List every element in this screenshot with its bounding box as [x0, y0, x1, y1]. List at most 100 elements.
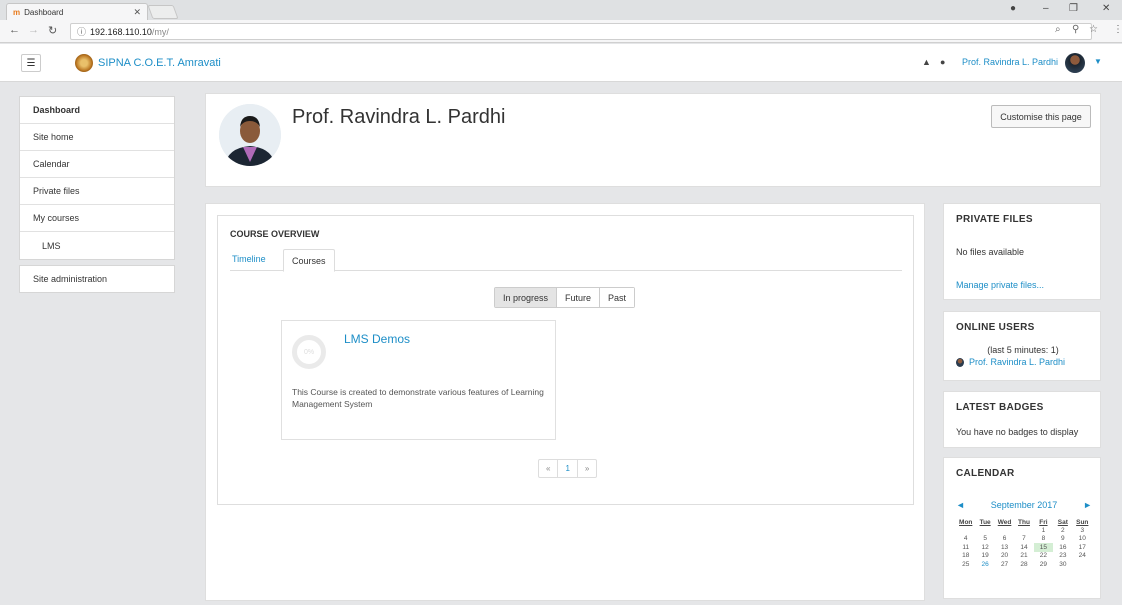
calendar-day[interactable]: 7 [1014, 535, 1033, 544]
calendar-day[interactable]: 19 [975, 552, 994, 561]
calendar-day[interactable]: 17 [1073, 543, 1092, 552]
filter-past-button[interactable]: Past [600, 288, 635, 307]
zoom-icon[interactable]: ⌕ [1055, 24, 1061, 35]
filter-future-button[interactable]: Future [557, 288, 601, 307]
calendar-day[interactable]: 13 [995, 543, 1014, 552]
calendar-day [995, 526, 1014, 535]
calendar-grid: Mon Tue Wed Thu Fri Sat Sun 1 2 3 4 5 6 7 8 9 10 11 12 13 1… [956, 519, 1092, 569]
calendar-day[interactable]: 14 [1014, 543, 1033, 552]
calendar-day[interactable]: 29 [1034, 560, 1053, 569]
calendar-day[interactable]: 22 [1034, 552, 1053, 561]
site-logo[interactable] [75, 54, 93, 72]
menu-kebab-icon[interactable]: ⋮ [1113, 24, 1122, 35]
restore-icon[interactable]: ❐ [1069, 3, 1078, 14]
close-window-icon[interactable]: ✕ [1102, 3, 1110, 14]
calendar-day[interactable]: 1 [1034, 526, 1053, 535]
nav-item-calendar[interactable]: Calendar [20, 151, 174, 178]
calendar-day[interactable]: 28 [1014, 560, 1033, 569]
browser-tab-strip: m Dashboard ✕ ● – ❐ ✕ [0, 0, 1122, 20]
calendar-day[interactable]: 8 [1034, 535, 1053, 544]
calendar-day[interactable]: 26 [975, 560, 994, 569]
calendar-day[interactable]: 30 [1053, 560, 1072, 569]
calendar-day[interactable]: 23 [1053, 552, 1072, 561]
profile-avatar[interactable] [219, 104, 281, 166]
manage-private-files-link[interactable]: Manage private files... [956, 280, 1044, 290]
calendar-day [975, 526, 994, 535]
calendar-day[interactable]: 5 [975, 535, 994, 544]
filter-in-progress-button[interactable]: In progress [495, 288, 558, 307]
calendar-day[interactable]: 3 [1073, 526, 1092, 535]
pagination: « 1 » [538, 459, 598, 478]
site-name-link[interactable]: SIPNA C.O.E.T. Amravati [98, 57, 221, 69]
online-users-summary: (last 5 minutes: 1) [987, 345, 1059, 355]
calendar-day[interactable]: 10 [1073, 535, 1092, 544]
notifications-bell-icon[interactable]: ▲ [922, 57, 931, 67]
calendar-day[interactable]: 25 [956, 560, 975, 569]
profile-icon[interactable]: ● [1010, 3, 1016, 14]
url-input[interactable]: ⓘ 192.168.110.10/my/ [70, 23, 1092, 40]
calendar-day[interactable]: 9 [1053, 535, 1072, 544]
tab-timeline[interactable]: Timeline [232, 254, 266, 264]
calendar-day[interactable]: 2 [1053, 526, 1072, 535]
calendar-day[interactable]: 12 [975, 543, 994, 552]
calendar-day-header: Fri [1039, 519, 1048, 526]
no-badges-text: You have no badges to display [956, 427, 1079, 437]
reload-icon[interactable]: ↻ [48, 24, 57, 37]
calendar-day-header: Thu [1018, 519, 1030, 526]
nav-item-private-files[interactable]: Private files [20, 178, 174, 205]
nav-item-my-courses[interactable]: My courses [20, 205, 174, 232]
nav-item-lms[interactable]: LMS [20, 232, 174, 259]
calendar-day-header: Mon [959, 519, 973, 526]
course-card: 0% LMS Demos This Course is created to d… [281, 320, 556, 440]
minimize-icon[interactable]: – [1043, 3, 1049, 14]
calendar-next-icon[interactable]: ► [1083, 500, 1092, 510]
calendar-day[interactable]: 11 [956, 543, 975, 552]
tab-courses[interactable]: Courses [283, 249, 335, 272]
nav-item-site-administration[interactable]: Site administration [19, 265, 175, 293]
calendar-day[interactable]: 6 [995, 535, 1014, 544]
calendar-day [956, 526, 975, 535]
calendar-day[interactable]: 16 [1053, 543, 1072, 552]
calendar-day[interactable]: 21 [1014, 552, 1033, 561]
calendar-day[interactable]: 24 [1073, 552, 1092, 561]
site-navbar: ☰ SIPNA C.O.E.T. Amravati ▲ ● Prof. Ravi… [0, 44, 1122, 82]
calendar-day[interactable]: 15 [1033, 543, 1054, 552]
pagination-page-button[interactable]: 1 [558, 460, 578, 477]
customise-page-button[interactable]: Customise this page [991, 105, 1091, 128]
calendar-day[interactable]: 27 [995, 560, 1014, 569]
page-title: Prof. Ravindra L. Pardhi [292, 106, 506, 128]
online-user-link[interactable]: Prof. Ravindra L. Pardhi [969, 357, 1065, 367]
calendar-day[interactable]: 4 [956, 535, 975, 544]
overview-tabs: Timeline Courses [230, 249, 902, 272]
calendar-header: ◄ September 2017 ► [956, 500, 1092, 510]
course-progress-ring: 0% [292, 335, 326, 369]
back-icon[interactable]: ← [9, 24, 20, 36]
calendar-month-link[interactable]: September 2017 [991, 500, 1058, 510]
url-path: /my/ [151, 26, 169, 37]
user-avatar[interactable] [1065, 53, 1085, 73]
course-filter-group: In progress Future Past [494, 287, 636, 308]
drawer-toggle-button[interactable]: ☰ [21, 54, 41, 72]
pagination-prev-button[interactable]: « [539, 460, 559, 477]
forward-icon[interactable]: → [28, 24, 39, 36]
calendar-title: CALENDAR [956, 468, 1015, 479]
course-overview-title: COURSE OVERVIEW [230, 229, 320, 239]
pagination-next-button[interactable]: » [578, 460, 596, 477]
course-overview-block: COURSE OVERVIEW Timeline Courses In prog… [217, 215, 914, 505]
new-tab-button[interactable] [147, 5, 179, 19]
browser-tab[interactable]: m Dashboard ✕ [6, 3, 148, 20]
info-icon[interactable]: ⓘ [77, 25, 86, 38]
messages-icon[interactable]: ● [940, 57, 945, 67]
calendar-day[interactable]: 18 [956, 552, 975, 561]
chevron-down-icon[interactable]: ▼ [1094, 57, 1102, 66]
extension-icon[interactable]: ⚲ [1072, 24, 1079, 35]
course-title-link[interactable]: LMS Demos [344, 332, 410, 346]
nav-item-dashboard[interactable]: Dashboard [20, 97, 174, 124]
user-menu-name[interactable]: Prof. Ravindra L. Pardhi [962, 57, 1058, 67]
close-tab-icon[interactable]: ✕ [133, 7, 141, 18]
calendar-day[interactable]: 20 [995, 552, 1014, 561]
calendar-prev-icon[interactable]: ◄ [956, 500, 965, 510]
calendar-day-header: Wed [997, 519, 1012, 526]
bookmark-star-icon[interactable]: ☆ [1089, 24, 1098, 35]
nav-item-site-home[interactable]: Site home [20, 124, 174, 151]
